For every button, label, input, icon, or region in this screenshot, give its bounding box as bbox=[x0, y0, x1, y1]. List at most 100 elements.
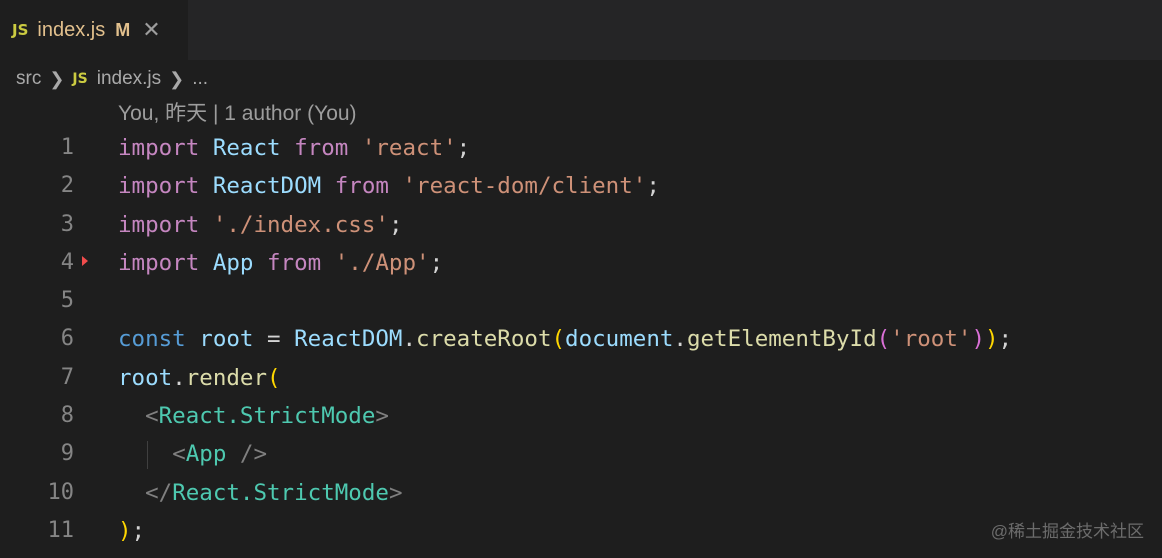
code-text: import App from './App'; bbox=[118, 244, 443, 282]
git-deleted-lines-marker[interactable] bbox=[82, 255, 88, 266]
javascript-file-icon: JS bbox=[72, 71, 88, 87]
code-token: ; bbox=[429, 249, 444, 276]
code-text: ); bbox=[118, 512, 145, 550]
javascript-file-icon: JS bbox=[12, 21, 29, 39]
code-token: import bbox=[118, 211, 200, 238]
breadcrumb-symbols[interactable]: ... bbox=[192, 68, 208, 90]
code-token: React.StrictMode bbox=[158, 403, 376, 430]
line-number: 4 bbox=[60, 249, 74, 275]
code-token: getElementById bbox=[686, 326, 877, 353]
code-token: root bbox=[199, 326, 254, 353]
code-token: ( bbox=[551, 326, 566, 353]
code-token: ) bbox=[985, 326, 999, 353]
code-token: 'root' bbox=[890, 326, 972, 353]
code-token: ReactDOM bbox=[294, 326, 403, 353]
code-token: < bbox=[145, 403, 159, 430]
code-token: < bbox=[172, 441, 186, 468]
breadcrumb-folder[interactable]: src bbox=[16, 68, 41, 90]
code-line[interactable]: 11); bbox=[0, 512, 1162, 550]
line-number: 5 bbox=[60, 288, 74, 314]
code-token: /> bbox=[239, 441, 268, 468]
line-number: 6 bbox=[60, 326, 74, 352]
code-token: > bbox=[375, 403, 389, 430]
code-token: from bbox=[267, 249, 322, 276]
code-token: . bbox=[402, 326, 417, 353]
chevron-right-icon: ❯ bbox=[169, 68, 185, 89]
tab-bar: JS index.js M ✕ bbox=[0, 0, 1162, 60]
code-text: </React.StrictMode> bbox=[118, 474, 402, 512]
code-line[interactable]: 2 import ReactDOM from 'react-dom/client'… bbox=[0, 167, 1162, 205]
code-token: ) bbox=[971, 326, 985, 353]
code-token: ( bbox=[876, 326, 891, 353]
code-token: ReactDOM bbox=[212, 173, 322, 200]
code-line[interactable]: 7 root.render( bbox=[0, 359, 1162, 397]
line-number: 1 bbox=[60, 135, 74, 160]
code-editor[interactable]: 1 import React from 'react'; 2 import React… bbox=[0, 129, 1162, 550]
breadcrumb: src ❯ JS index.js ❯ ... bbox=[0, 60, 1162, 98]
code-token: React.StrictMode bbox=[172, 479, 389, 506]
code-token: render bbox=[185, 364, 268, 391]
chevron-right-icon: ❯ bbox=[49, 68, 65, 89]
watermark: @稀土掘金技术社区 bbox=[990, 522, 1144, 541]
code-line[interactable]: 1 import React from 'react'; bbox=[0, 129, 1162, 167]
tab-index-js[interactable]: JS index.js M ✕ bbox=[0, 0, 188, 60]
code-token: import bbox=[118, 249, 200, 276]
code-token: from bbox=[294, 135, 349, 161]
code-token: import bbox=[118, 135, 200, 161]
code-token: > bbox=[388, 479, 403, 506]
code-text: const root = ReactDOM.createRoot(documen… bbox=[118, 320, 1012, 358]
code-token: </ bbox=[145, 479, 173, 506]
code-line[interactable]: 8 <React.StrictMode> bbox=[0, 397, 1162, 435]
code-text: root.render( bbox=[118, 359, 281, 397]
code-token: React bbox=[212, 135, 281, 161]
breadcrumb-file[interactable]: index.js bbox=[97, 68, 161, 90]
code-token: ) bbox=[118, 517, 132, 544]
code-token: ; bbox=[646, 173, 660, 200]
code-line[interactable]: 10 </React.StrictMode> bbox=[0, 474, 1162, 512]
code-text: <App /> bbox=[118, 435, 267, 473]
code-token: './App' bbox=[334, 249, 430, 276]
code-token: createRoot bbox=[416, 326, 552, 353]
code-token: ; bbox=[998, 326, 1013, 353]
code-token: ( bbox=[267, 364, 281, 391]
code-text: <React.StrictMode> bbox=[118, 397, 389, 435]
code-line[interactable]: 6 const root = ReactDOM.createRoot(docume… bbox=[0, 320, 1162, 358]
line-number: 10 bbox=[47, 479, 75, 505]
code-token: ; bbox=[456, 135, 471, 161]
modified-indicator: M bbox=[115, 19, 131, 40]
code-line[interactable]: 4 import App from './App'; bbox=[0, 244, 1162, 282]
code-token: root bbox=[118, 364, 173, 391]
code-line[interactable]: 3 import './index.css'; bbox=[0, 206, 1162, 244]
line-number: 9 bbox=[60, 441, 74, 467]
code-token: = bbox=[253, 326, 295, 353]
code-token: . bbox=[172, 364, 186, 391]
code-token: App bbox=[212, 249, 254, 276]
code-line[interactable]: 9 <App /> bbox=[0, 435, 1162, 473]
line-number: 7 bbox=[60, 364, 74, 390]
tab-label: index.js bbox=[37, 18, 106, 41]
code-token: './index.css' bbox=[212, 211, 389, 238]
line-number: 3 bbox=[60, 211, 74, 237]
line-number: 11 bbox=[47, 517, 75, 543]
line-number: 2 bbox=[60, 173, 74, 199]
code-line[interactable]: 5 bbox=[0, 282, 1162, 320]
code-token: . bbox=[673, 326, 687, 353]
close-icon[interactable]: ✕ bbox=[142, 19, 160, 41]
code-token: 'react-dom/client' bbox=[402, 173, 647, 200]
git-blame-codelens[interactable]: You, 昨天 | 1 author (You) bbox=[118, 98, 357, 130]
code-token: ; bbox=[131, 517, 146, 544]
